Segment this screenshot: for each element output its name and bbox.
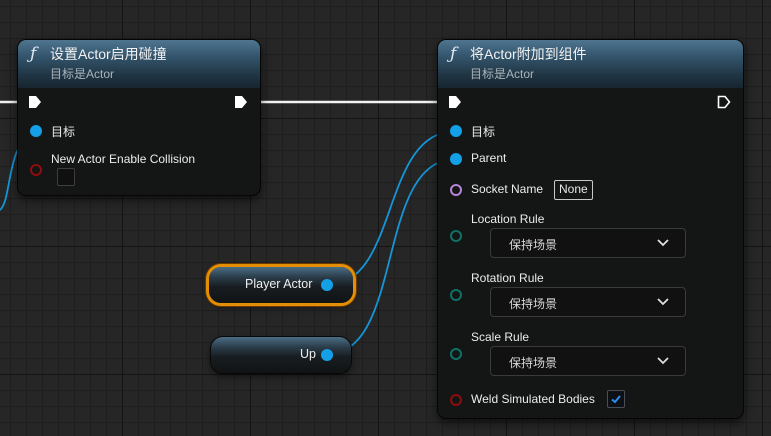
chevron-down-icon <box>657 298 669 306</box>
scale-rule-pin[interactable] <box>450 348 462 360</box>
scale-rule-dropdown[interactable]: 保持场景 <box>490 346 686 376</box>
rotation-rule-value: 保持场景 <box>509 297 558 311</box>
exec-in-pin-icon[interactable] <box>28 95 42 109</box>
player-actor-variable-node[interactable]: Player Actor <box>209 267 353 303</box>
attach-actor-to-component-node[interactable]: ƒ 将Actor附加到组件 目标是Actor 目标 Parent Socket … <box>438 40 743 418</box>
player-actor-output-pin[interactable] <box>321 279 333 291</box>
target-pin[interactable] <box>450 125 462 137</box>
node-subtitle: 目标是Actor <box>50 67 115 81</box>
rotation-rule-pin[interactable] <box>450 289 462 301</box>
weld-simulated-bodies-pin[interactable] <box>450 394 462 406</box>
location-rule-dropdown[interactable]: 保持场景 <box>490 228 686 258</box>
socket-name-pin[interactable] <box>450 184 462 196</box>
exec-in-pin-icon[interactable] <box>448 95 462 109</box>
player-actor-label: Player Actor <box>245 277 313 291</box>
up-output-pin[interactable] <box>321 349 333 361</box>
socket-name-input[interactable]: None <box>554 180 593 200</box>
player-actor-to-target-wire[interactable] <box>326 130 457 286</box>
target-label: 目标 <box>51 125 76 139</box>
location-rule-label: Location Rule <box>471 212 545 226</box>
rotation-rule-dropdown[interactable]: 保持场景 <box>490 287 686 317</box>
node-subtitle: 目标是Actor <box>470 67 535 81</box>
enable-collision-pin[interactable] <box>30 164 42 176</box>
function-icon: ƒ <box>30 44 37 64</box>
node-title: 设置Actor启用碰撞 <box>50 46 167 62</box>
node-header[interactable]: ƒ 将Actor附加到组件 目标是Actor <box>438 40 743 88</box>
up-to-parent-wire[interactable] <box>326 158 457 355</box>
enable-collision-checkbox[interactable] <box>57 168 75 186</box>
location-rule-pin[interactable] <box>450 230 462 242</box>
chevron-down-icon <box>657 357 669 365</box>
set-actor-enable-collision-node[interactable]: ƒ 设置Actor启用碰撞 目标是Actor 目标 New Actor Enab… <box>18 40 260 195</box>
exec-out-pin-icon[interactable] <box>234 95 248 109</box>
up-variable-node[interactable]: Up <box>211 337 351 373</box>
parent-pin[interactable] <box>450 153 462 165</box>
scale-rule-value: 保持场景 <box>509 356 558 370</box>
socket-name-label: Socket Name <box>471 182 544 196</box>
weld-simulated-bodies-checkbox[interactable] <box>607 390 625 408</box>
enable-collision-label: New Actor Enable Collision <box>51 152 196 166</box>
scale-rule-label: Scale Rule <box>471 330 530 344</box>
rotation-rule-label: Rotation Rule <box>471 271 544 285</box>
target-pin[interactable] <box>30 125 42 137</box>
chevron-down-icon <box>657 239 669 247</box>
checkmark-icon <box>611 395 621 404</box>
node-header[interactable]: ƒ 设置Actor启用碰撞 目标是Actor <box>18 40 260 88</box>
node-title: 将Actor附加到组件 <box>470 46 587 62</box>
exec-out-pin-icon[interactable] <box>717 95 731 109</box>
target-label: 目标 <box>471 125 496 139</box>
function-icon: ƒ <box>450 44 457 64</box>
weld-simulated-bodies-label: Weld Simulated Bodies <box>471 392 595 406</box>
location-rule-value: 保持场景 <box>509 238 558 252</box>
parent-label: Parent <box>471 151 507 165</box>
up-label: Up <box>300 347 316 361</box>
